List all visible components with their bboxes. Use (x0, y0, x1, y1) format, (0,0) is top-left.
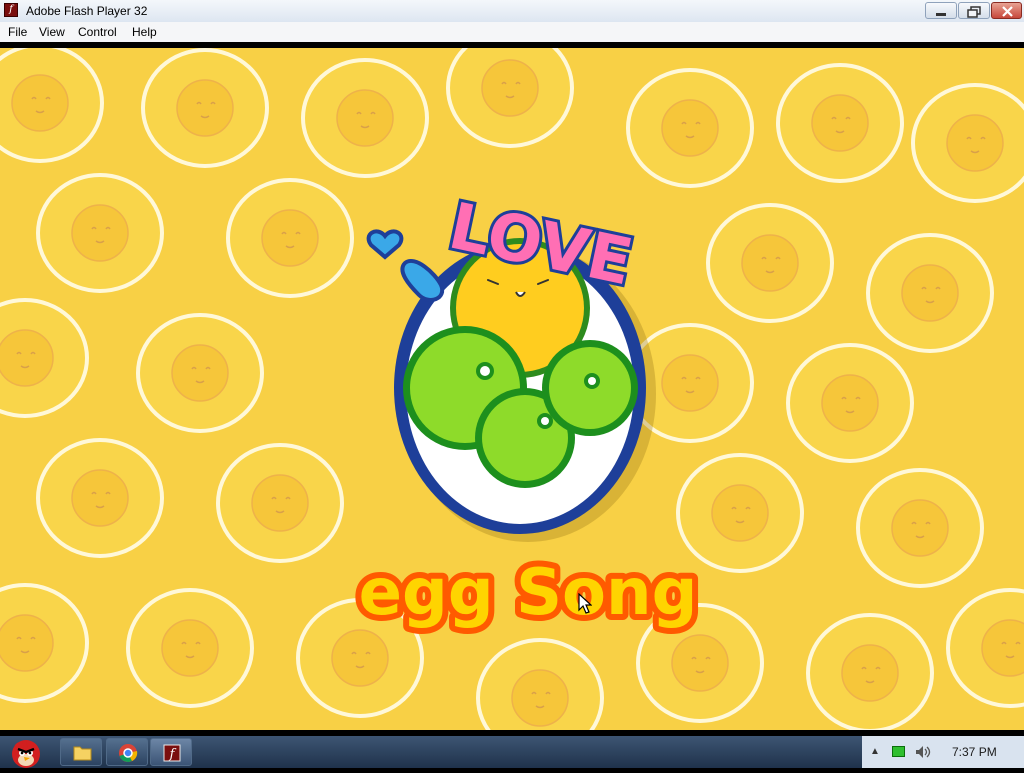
restore-button[interactable] (958, 2, 990, 19)
title-bar: f Adobe Flash Player 32 (0, 0, 1024, 23)
flash-icon: f (163, 744, 181, 762)
chrome-icon (119, 744, 138, 762)
taskbar-chrome-button[interactable] (106, 738, 148, 766)
flash-stage[interactable]: egg LOVE egg Song (0, 48, 1024, 730)
network-icon[interactable] (892, 746, 905, 757)
taskbar: f ▲ 7:37 PM (0, 736, 1024, 768)
menu-control[interactable]: Control (78, 25, 117, 39)
taskbar-flash-button[interactable]: f (150, 738, 192, 766)
flash-player-icon: f (4, 3, 18, 17)
show-hidden-icons-icon[interactable]: ▲ (870, 746, 880, 757)
angry-bird-icon (12, 740, 40, 768)
minimize-button[interactable] (925, 2, 957, 19)
clock[interactable]: 7:37 PM (952, 745, 997, 759)
song-title: egg Song (359, 556, 698, 630)
window-title: Adobe Flash Player 32 (26, 4, 148, 18)
mouse-pointer-icon (578, 593, 592, 614)
volume-icon[interactable] (914, 744, 932, 760)
menu-help[interactable]: Help (132, 25, 157, 39)
menu-view[interactable]: View (39, 25, 65, 39)
stage-artwork: egg LOVE egg Song (0, 48, 1024, 730)
menu-file[interactable]: File (8, 25, 27, 39)
taskbar-explorer-button[interactable] (60, 738, 102, 766)
start-button[interactable] (2, 736, 50, 768)
system-tray: ▲ 7:37 PM (862, 736, 1024, 768)
close-button[interactable] (991, 2, 1022, 19)
folder-icon (73, 746, 92, 761)
menu-bar: File View Control Help (0, 22, 1024, 42)
